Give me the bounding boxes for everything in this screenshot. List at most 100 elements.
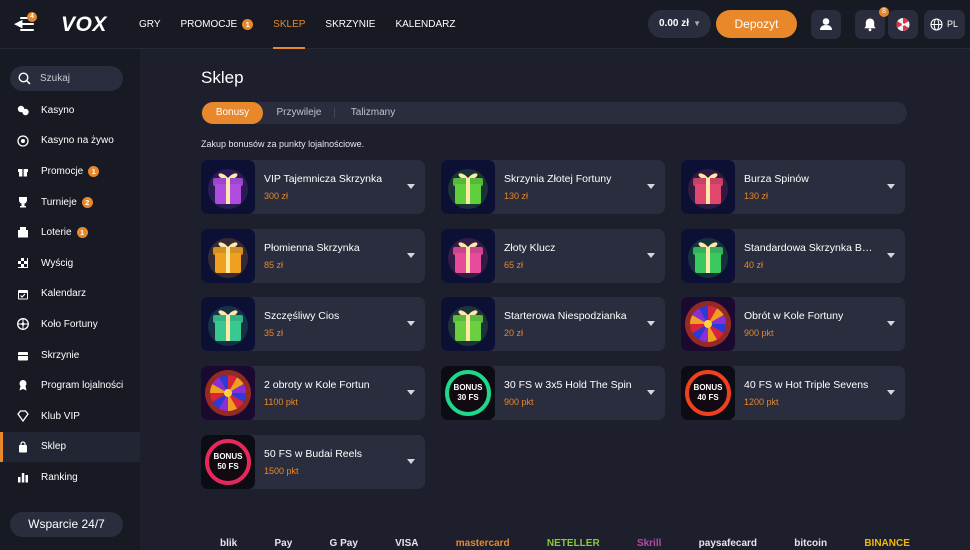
chevron-down-icon[interactable] xyxy=(647,253,655,258)
shop-card[interactable]: Płomienna Skrzynka 85 zł xyxy=(201,229,425,283)
card-price: 65 zł xyxy=(504,260,524,270)
tab-talizmany[interactable]: Talizmany xyxy=(343,102,403,124)
shop-card[interactable]: Złoty Klucz 65 zł xyxy=(441,229,665,283)
sidebar-item[interactable]: Loterie 1 xyxy=(0,217,140,248)
sidebar-item[interactable]: Ranking xyxy=(0,462,140,493)
card-thumbnail: BONUS 30 FS xyxy=(441,366,495,420)
card-title: Starterowa Niespodzianka xyxy=(504,310,627,322)
language-code: PL xyxy=(947,19,959,29)
shop-card[interactable]: BONUS 40 FS 40 FS w Hot Triple Sevens 1200 … xyxy=(681,366,905,420)
sidebar-item-badge: 2 xyxy=(81,196,93,208)
tab-bonusy[interactable]: Bonusy xyxy=(202,102,263,124)
menu-badge: 4 xyxy=(27,12,37,22)
card-price: 20 zł xyxy=(504,328,524,338)
shop-card[interactable]: VIP Tajemnicza Skrzynka 300 zł xyxy=(201,160,425,214)
shop-card[interactable]: 2 obroty w Kole Fortun 1100 pkt xyxy=(201,366,425,420)
language-selector[interactable]: PL xyxy=(924,10,965,39)
card-thumbnail xyxy=(681,297,735,351)
diamond-icon xyxy=(17,410,29,422)
chevron-down-icon[interactable] xyxy=(887,390,895,395)
card-title: Skrzynia Złotej Fortuny xyxy=(504,173,612,185)
notifications-button[interactable]: 8 xyxy=(855,7,889,39)
payment-logo: G Pay xyxy=(329,538,358,549)
card-price: 85 zł xyxy=(264,260,284,270)
chevron-down-icon[interactable] xyxy=(407,184,415,189)
chevron-down-icon[interactable] xyxy=(647,390,655,395)
logo[interactable]: VOX xyxy=(61,13,107,37)
nav-kalendarz[interactable]: KALENDARZ xyxy=(395,0,455,49)
card-thumbnail xyxy=(441,297,495,351)
balance-dropdown[interactable]: 0.00 zł ▼ xyxy=(648,10,711,38)
card-thumbnail xyxy=(201,366,255,420)
sidebar-item[interactable]: Kalendarz xyxy=(0,279,140,310)
chevron-down-icon: ▼ xyxy=(693,19,701,28)
card-thumbnail xyxy=(681,160,735,214)
sidebar-item[interactable]: Klub VIP xyxy=(0,401,140,432)
nav-gry[interactable]: GRY xyxy=(139,0,161,49)
search-input[interactable]: Szukaj xyxy=(10,66,123,91)
chevron-down-icon[interactable] xyxy=(647,321,655,326)
card-thumbnail xyxy=(201,229,255,283)
card-thumbnail xyxy=(201,160,255,214)
shop-card[interactable]: Burza Spinów 130 zł xyxy=(681,160,905,214)
shop-card[interactable]: BONUS 30 FS 30 FS w 3x5 Hold The Spin 900 p… xyxy=(441,366,665,420)
tab-przywileje[interactable]: Przywileje xyxy=(270,102,328,124)
chevron-down-icon[interactable] xyxy=(887,321,895,326)
card-price: 1500 pkt xyxy=(264,466,299,476)
sidebar-item[interactable]: Promocje 1 xyxy=(0,156,140,187)
shop-card[interactable]: Standardowa Skrzynka Bonusów 40 zł xyxy=(681,229,905,283)
chevron-down-icon[interactable] xyxy=(887,253,895,258)
card-title: 30 FS w 3x5 Hold The Spin xyxy=(504,379,632,391)
shop-card[interactable]: Szczęśliwy Cios 35 zł xyxy=(201,297,425,351)
shop-card[interactable]: Skrzynia Złotej Fortuny 130 zł xyxy=(441,160,665,214)
sidebar-item-label: Sklep xyxy=(41,441,67,453)
card-thumbnail: BONUS 40 FS xyxy=(681,366,735,420)
payment-logo: BINANCE xyxy=(864,538,910,549)
deposit-button[interactable]: Depozyt xyxy=(716,10,797,38)
shop-card[interactable]: BONUS 50 FS 50 FS w Budai Reels 1500 pkt xyxy=(201,435,425,489)
payment-logos: blik Pay G Pay VISA mastercard NETELLER Skrill… xyxy=(220,538,910,550)
chevron-down-icon[interactable] xyxy=(407,321,415,326)
sidebar-item-label: Program lojalności xyxy=(41,380,124,392)
chevron-down-icon[interactable] xyxy=(407,390,415,395)
page-title: Sklep xyxy=(201,68,244,87)
chevron-down-icon[interactable] xyxy=(407,253,415,258)
sidebar-item-label: Turnieje xyxy=(41,196,77,208)
chest-icon xyxy=(18,351,28,361)
nav-promocje[interactable]: PROMOCJE 1 xyxy=(181,0,254,49)
card-thumbnail: BONUS 50 FS xyxy=(201,435,255,489)
shop-card[interactable]: Obrót w Kole Fortuny 900 pkt xyxy=(681,297,905,351)
nav-sklep[interactable]: SKLEP xyxy=(273,0,306,49)
gift-icon xyxy=(18,169,28,177)
card-price: 40 zł xyxy=(744,260,764,270)
sidebar: Szukaj Kasyno Kasyno na żywo Promocje 1 Turn… xyxy=(0,49,140,550)
chevron-down-icon[interactable] xyxy=(887,184,895,189)
search-icon xyxy=(18,72,31,85)
sidebar-item-label: Klub VIP xyxy=(41,410,80,422)
shop-card[interactable]: Starterowa Niespodzianka 20 zł xyxy=(441,297,665,351)
sidebar-item[interactable]: Wyścig xyxy=(0,248,140,279)
sidebar-item[interactable]: Kasyno na żywo xyxy=(0,126,140,157)
sidebar-item[interactable]: Program lojalności xyxy=(0,370,140,401)
promo-wheel-button[interactable] xyxy=(888,10,918,39)
sidebar-item[interactable]: Skrzynie xyxy=(0,340,140,371)
card-title: 2 obroty w Kole Fortun xyxy=(264,379,370,391)
chevron-down-icon[interactable] xyxy=(407,459,415,464)
sidebar-item[interactable]: Kasyno xyxy=(0,95,140,126)
sidebar-item[interactable]: Sklep xyxy=(0,431,140,463)
dice-icon xyxy=(17,105,29,116)
live-casino-icon xyxy=(17,134,29,147)
shop-bag-icon xyxy=(19,440,27,453)
thumb-bonus-label: BONUS xyxy=(693,383,723,392)
sidebar-item-label: Kalendarz xyxy=(41,288,87,300)
payment-logo: blik xyxy=(220,538,238,549)
nav-skrzynie[interactable]: SKRZYNIE xyxy=(325,0,375,49)
sidebar-item[interactable]: Turnieje 2 xyxy=(0,187,140,218)
sidebar-item[interactable]: Koło Fortuny xyxy=(0,309,140,340)
card-price: 1100 pkt xyxy=(264,397,298,407)
chevron-down-icon[interactable] xyxy=(647,184,655,189)
support-button[interactable]: Wsparcie 24/7 xyxy=(10,512,123,537)
card-title: Standardowa Skrzynka Bonusów xyxy=(744,242,874,254)
main-nav: GRY PROMOCJE 1 SKLEP SKRZYNIE KALENDARZ xyxy=(139,0,475,49)
profile-button[interactable] xyxy=(811,10,841,39)
